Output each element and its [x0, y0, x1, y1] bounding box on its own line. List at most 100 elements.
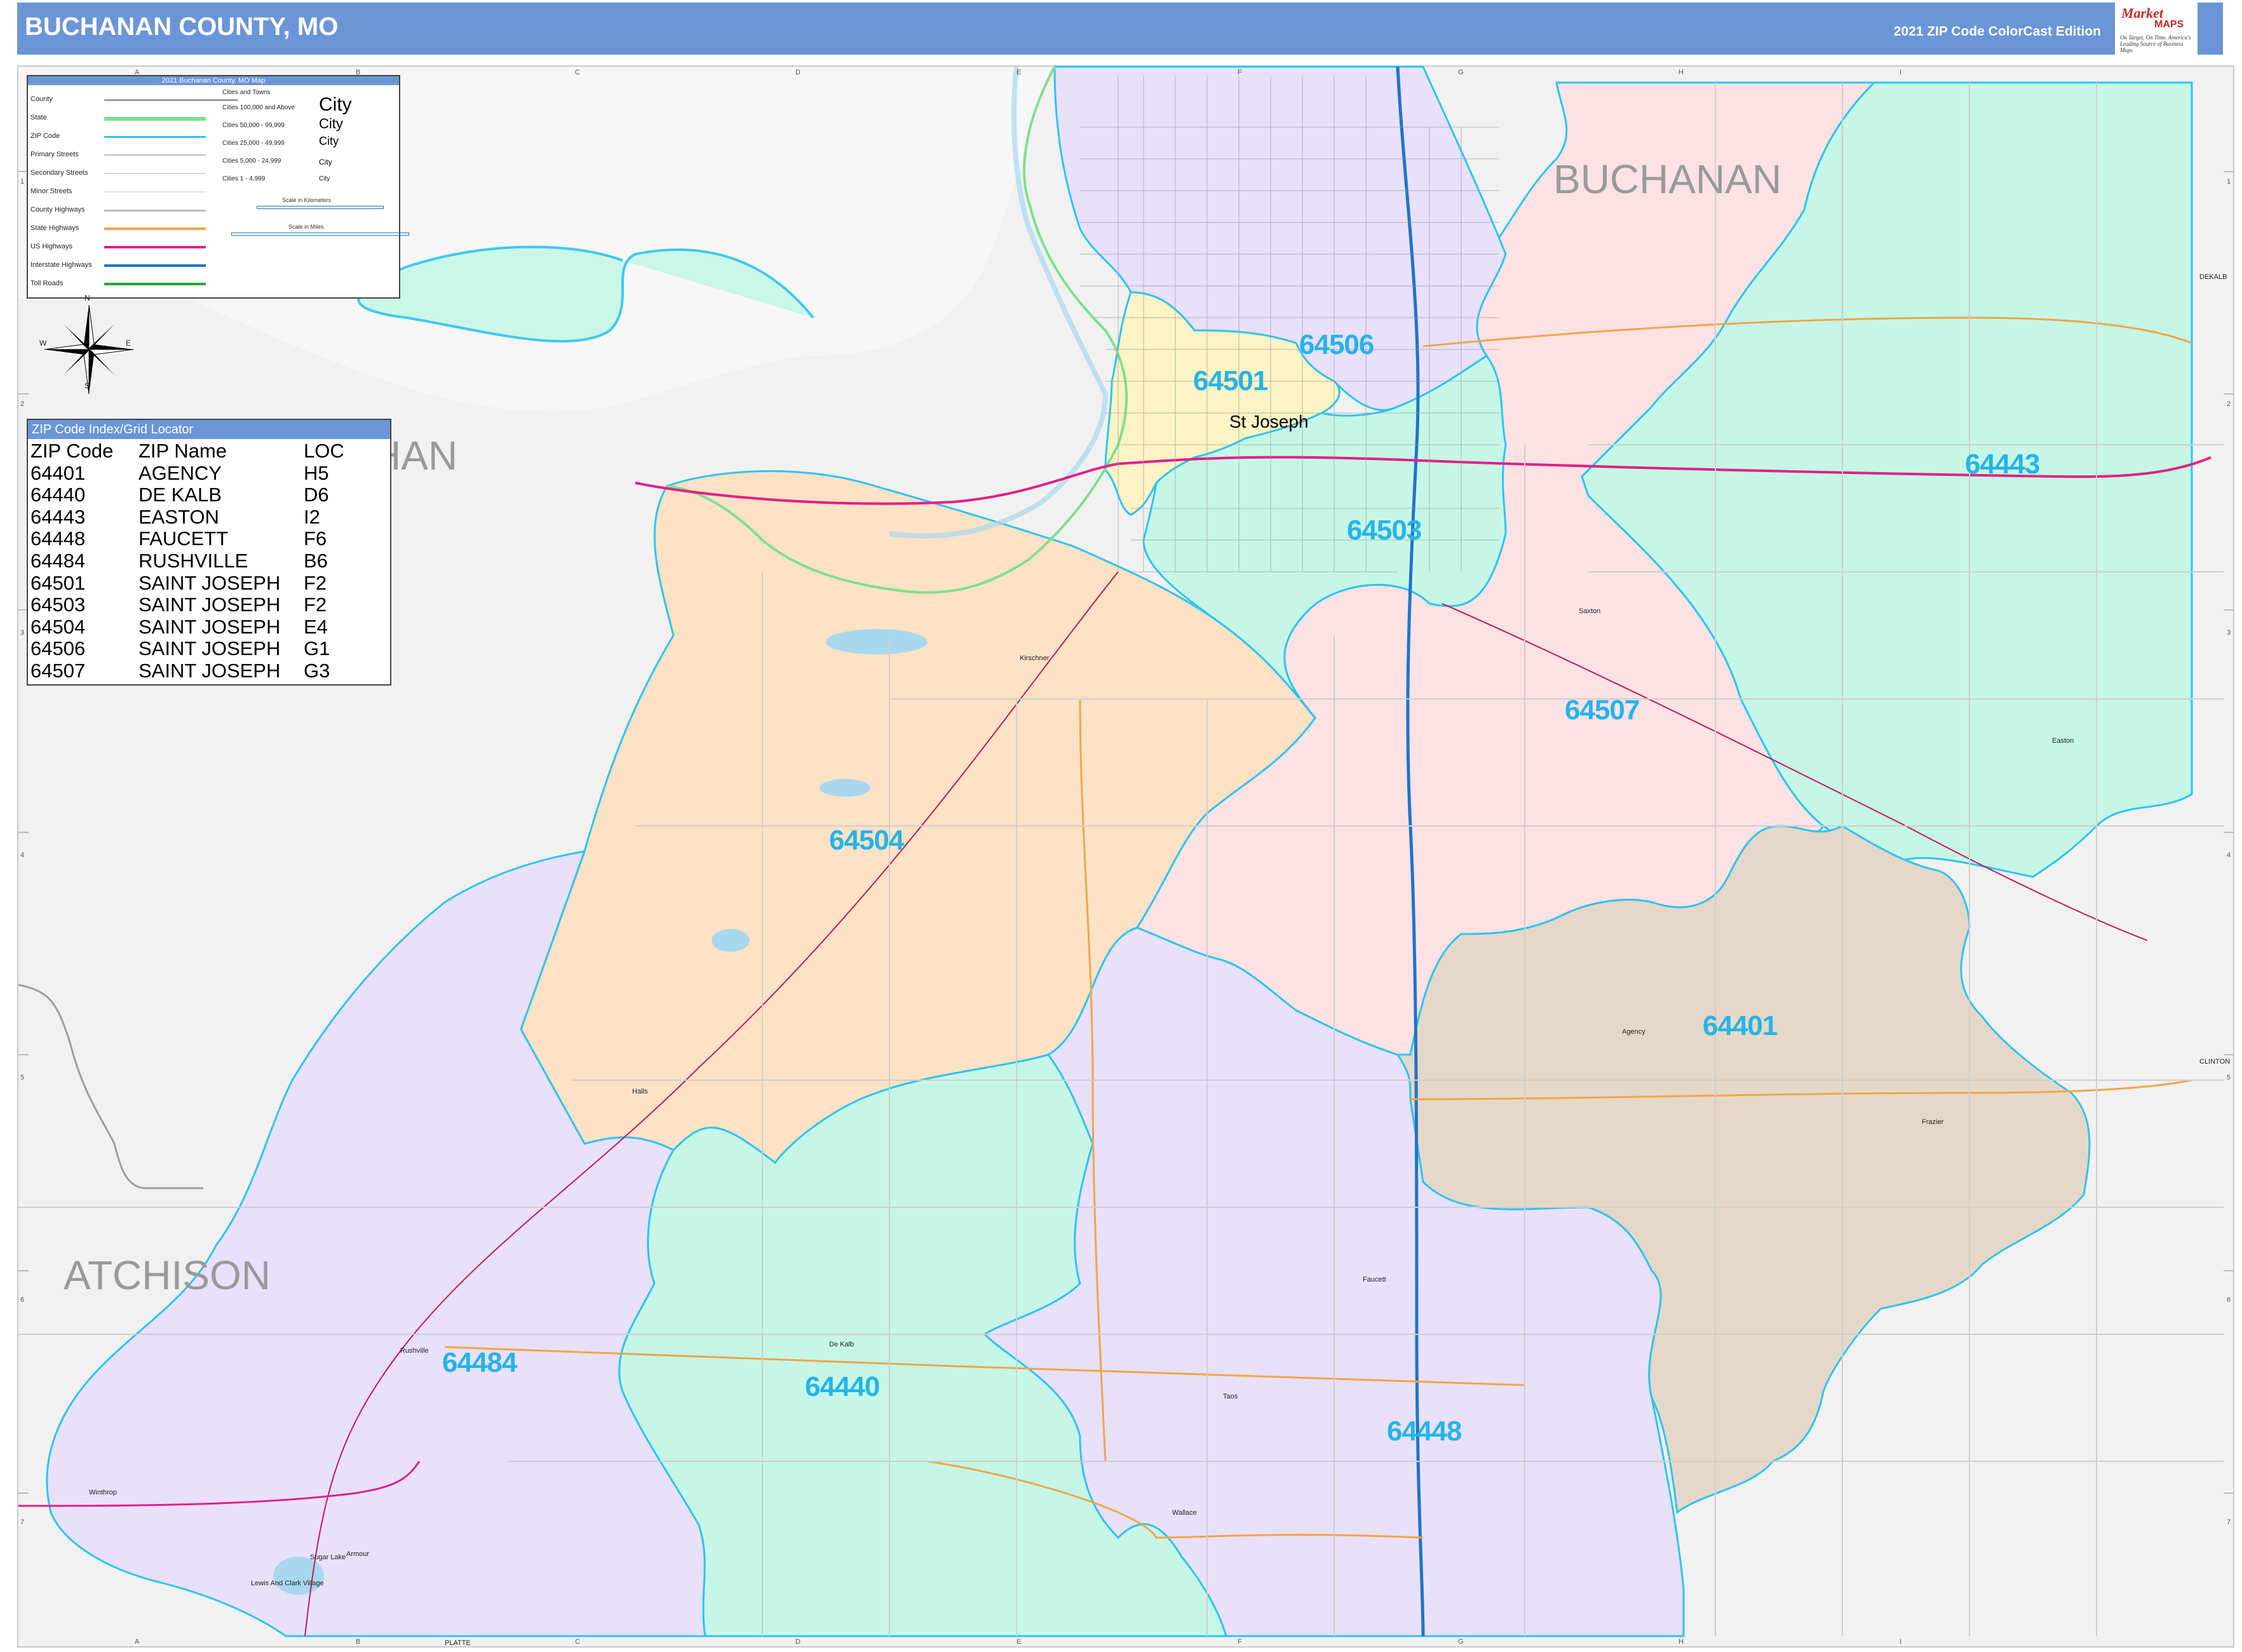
- zip-code-cell: 64506: [30, 637, 86, 660]
- zip-name-cell: SAINT JOSEPH: [138, 571, 281, 594]
- legend-item-secondary: Secondary Streets: [30, 169, 88, 177]
- edge-label-platte: PLATTE: [445, 1639, 471, 1647]
- legend-line-zip: [104, 136, 206, 138]
- zip-loc-cell: I2: [304, 505, 320, 528]
- grid-col-f: F: [1238, 69, 1242, 76]
- zip-name-cell: EASTON: [138, 505, 219, 528]
- table-row: 64484 RUSHVILLE B6: [30, 550, 344, 572]
- zip-loc-cell: D6: [304, 484, 329, 506]
- legend-city-sample-3: City: [319, 135, 339, 147]
- town-taos: Taos: [1223, 1393, 1238, 1400]
- table-row: 64504 SAINT JOSEPH E4: [30, 616, 344, 639]
- legend-item-us-hwy: US Highways: [30, 243, 73, 250]
- zip-name-cell: AGENCY: [138, 461, 222, 484]
- table-row: 64440 DE KALB D6: [30, 484, 344, 506]
- legend-item-zip: ZIP Code: [30, 132, 60, 140]
- zip-loc-cell: B6: [304, 549, 328, 572]
- grid-col-b-bottom: B: [356, 1638, 361, 1646]
- zip-name-cell: SAINT JOSEPH: [138, 615, 281, 638]
- zip-label-64448: 64448: [1387, 1416, 1462, 1447]
- town-rushville: Rushville: [400, 1347, 429, 1355]
- grid-col-d: D: [795, 69, 800, 76]
- legend-item-county: County: [30, 95, 53, 103]
- legend-city-tier-1: Cities 100,000 and Above: [222, 104, 295, 111]
- table-row: 64448 FAUCETT F6: [30, 528, 344, 550]
- legend-city-sample-5: City: [319, 175, 330, 182]
- town-winthrop: Winthrop: [89, 1489, 118, 1496]
- grid-col-h-bottom: H: [1678, 1638, 1684, 1646]
- grid-col-g: G: [1458, 69, 1464, 76]
- city-label-st-joseph: St Joseph: [1229, 412, 1309, 431]
- zip-loc-cell: H5: [304, 461, 329, 484]
- grid-row-2-right: 2: [2227, 400, 2231, 408]
- zip-index-table: ZIP Code ZIP Name LOC 64401 AGENCY H5 6444…: [30, 440, 344, 682]
- grid-row-7: 7: [20, 1519, 25, 1526]
- zip-code-cell: 64501: [30, 571, 86, 594]
- zip-label-64440: 64440: [805, 1371, 880, 1402]
- zip-label-64401: 64401: [1703, 1010, 1778, 1041]
- grid-row-6: 6: [20, 1296, 25, 1304]
- legend-city-sample-4: City: [319, 158, 332, 166]
- town-armour: Armour: [346, 1550, 370, 1558]
- legend-item-county-hwy: County Highways: [30, 206, 85, 213]
- legend-item-state-hwy: State Highways: [30, 224, 79, 232]
- grid-row-5: 5: [20, 1074, 25, 1081]
- grid-col-i: I: [1900, 69, 1902, 76]
- zip-name-cell: SAINT JOSEPH: [138, 593, 281, 616]
- grid-row-5-right: 5: [2227, 1074, 2231, 1081]
- zip-loc-cell: E4: [304, 615, 328, 638]
- legend-title: 2021 Buchanan County, MO Map: [28, 76, 399, 85]
- lake-3: [712, 929, 750, 952]
- zip-index-title: ZIP Code Index/Grid Locator: [28, 420, 390, 439]
- zip-col-code: ZIP Code: [30, 440, 114, 462]
- lake-1: [826, 629, 928, 654]
- zip-label-64504: 64504: [829, 825, 904, 856]
- table-row: 64503 SAINT JOSEPH F2: [30, 594, 344, 616]
- zip-label-64484: 64484: [442, 1347, 517, 1378]
- zip-label-64501: 64501: [1193, 365, 1268, 396]
- grid-row-7-right: 7: [2227, 1519, 2231, 1526]
- town-wallace: Wallace: [1172, 1509, 1197, 1517]
- scale-bar-mi: [231, 233, 409, 236]
- zip-loc-cell: F2: [304, 571, 327, 594]
- zip-name-cell: FAUCETT: [138, 527, 229, 550]
- grid-col-f-bottom: F: [1238, 1638, 1242, 1646]
- grid-col-e-bottom: E: [1016, 1638, 1022, 1646]
- legend-line-state-hwy: [104, 227, 206, 230]
- town-lewis-and-clark-village: Lewis And Clark Village: [251, 1580, 324, 1587]
- county-label-atchison: ATCHISON: [64, 1252, 271, 1298]
- lake-2: [820, 779, 870, 797]
- legend-item-interstate: Interstate Highways: [30, 261, 92, 269]
- zip-code-cell: 64484: [30, 549, 86, 572]
- legend-line-county: [104, 99, 238, 101]
- grid-row-4: 4: [20, 851, 25, 859]
- legend-cities-heading: Cities and Towns: [222, 89, 271, 96]
- sugar-lake: [273, 1557, 324, 1595]
- legend-scale-km: Scale in Kilometers: [282, 197, 332, 203]
- legend-line-county-hwy: [104, 210, 206, 212]
- legend-line-toll: [104, 283, 206, 285]
- zip-name-cell: DE KALB: [138, 484, 222, 506]
- grid-col-a-bottom: A: [135, 1638, 140, 1646]
- grid-col-d-bottom: D: [795, 1638, 800, 1646]
- zip-code-cell: 64448: [30, 527, 86, 550]
- legend-line-minor: [104, 191, 206, 193]
- grid-row-3-right: 3: [2227, 629, 2231, 637]
- legend-city-tier-5: Cities 1 - 4,999: [222, 175, 266, 182]
- legend-line-us-hwy: [104, 246, 206, 248]
- zip-code-index: ZIP Code Index/Grid Locator ZIP Code ZIP…: [27, 419, 391, 686]
- zip-index-header-row: ZIP Code ZIP Name LOC: [30, 440, 344, 463]
- zip-code-cell: 64503: [30, 593, 86, 616]
- zip-col-loc: LOC: [304, 440, 344, 462]
- legend-city-sample-2: City: [319, 116, 343, 132]
- zip-loc-cell: G3: [304, 659, 330, 682]
- legend-city-sample-1: City: [319, 94, 352, 115]
- legend-item-minor: Minor Streets: [30, 187, 72, 195]
- table-row: 64501 SAINT JOSEPH F2: [30, 572, 344, 595]
- grid-col-h: H: [1678, 69, 1684, 76]
- zip-loc-cell: G1: [304, 637, 330, 660]
- grid-row-1-right: 1: [2227, 178, 2231, 186]
- table-row: 64401 AGENCY H5: [30, 461, 344, 485]
- zip-label-64506: 64506: [1299, 329, 1374, 360]
- grid-col-e: E: [1016, 69, 1022, 76]
